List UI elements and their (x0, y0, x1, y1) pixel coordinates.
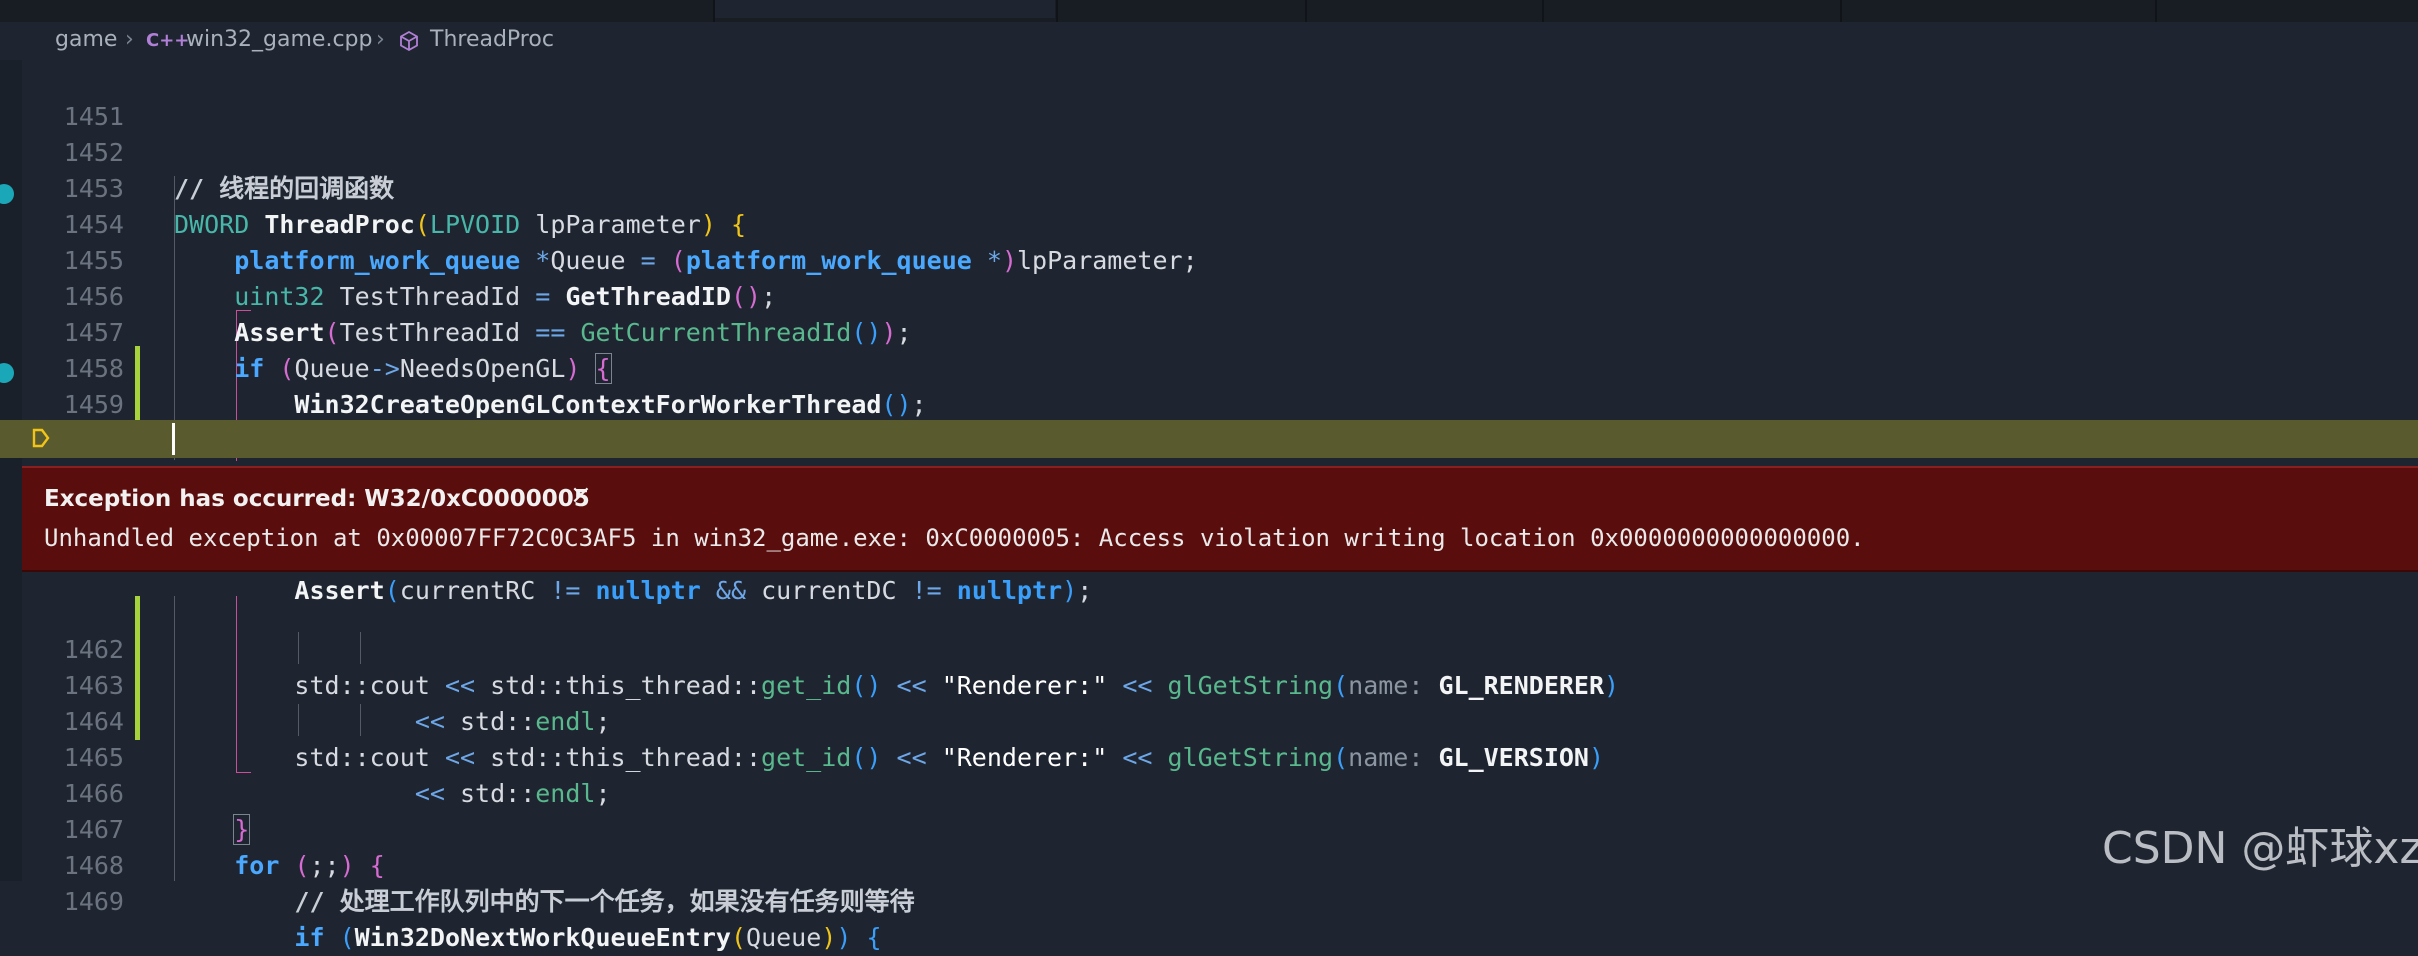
code-line[interactable]: 1455 uint32 TestThreadId = GetThreadID()… (0, 207, 2418, 311)
code-line[interactable]: 1467 for (;;) { (0, 776, 2418, 880)
tab-active[interactable] (715, 0, 1055, 18)
code-line[interactable]: 1458 Win32CreateOpenGLContextForWorkerTh… (0, 315, 2418, 419)
exception-title: Exception has occurred: W32/0xC0000005 (44, 486, 590, 512)
line-number: 1469 (63, 887, 124, 916)
tab-divider (1840, 0, 1842, 22)
cpp-file-icon: C++ (146, 30, 190, 51)
exception-message: Unhandled exception at 0x00007FF72C0C3AF… (44, 524, 1865, 552)
debug-stop-arrow-icon (32, 428, 50, 448)
text-cursor (172, 423, 175, 455)
code-line[interactable]: 1466 } (0, 740, 2418, 845)
cube-symbol-icon (398, 27, 420, 58)
code-line[interactable]: 1453 DWORD ThreadProc(LPVOID lpParameter… (0, 135, 2418, 239)
tab-divider (1305, 0, 1307, 22)
code-line[interactable]: 1462 std::cout << std::this_thread::get_… (0, 596, 2418, 700)
tab-divider (1056, 0, 1058, 22)
code-line[interactable]: 1463 << std::endl; (0, 632, 2418, 736)
code-line[interactable]: 1469 if (Win32DoNextWorkQueueEntry(Queue… (0, 848, 2418, 952)
code-line[interactable]: 1457 if (Queue->NeedsOpenGL) { (0, 279, 2418, 384)
code-line[interactable]: 1452 // 线程的回调函数 (0, 99, 2418, 203)
current-exception-line[interactable]: 1461 Assert(currentRC != nullptr && curr… (0, 420, 2418, 605)
editor-tab-strip[interactable] (0, 0, 2418, 22)
code-line[interactable]: 1451 (0, 63, 2418, 131)
code-line[interactable]: 1465 << std::endl; (0, 704, 2418, 808)
tab-divider (1542, 0, 1544, 22)
breadcrumb: game › C++ win32_game.cpp › ThreadProc (0, 22, 2418, 60)
code-line[interactable]: 1464 std::cout << std::this_thread::get_… (0, 668, 2418, 772)
code-line[interactable]: 1456 Assert(TestThreadId == GetCurrentTh… (0, 243, 2418, 347)
exception-widget: Exception has occurred: W32/0xC0000005 ×… (22, 466, 2418, 572)
tab-divider (713, 0, 715, 22)
breadcrumb-folder[interactable]: game (55, 27, 117, 52)
breadcrumb-symbol[interactable]: ThreadProc (430, 27, 554, 52)
close-icon[interactable]: × (570, 480, 592, 510)
code-line[interactable]: 1460 HDC currentDC = wglGetCurrentDC(); (0, 387, 2418, 491)
code-line[interactable]: 1468 // 处理工作队列中的下一个任务，如果没有任务则等待 (0, 812, 2418, 916)
breadcrumb-file[interactable]: win32_game.cpp (186, 27, 372, 52)
code-line[interactable]: 1454 platform_work_queue *Queue = (platf… (0, 171, 2418, 275)
code-line[interactable]: 1459 HGLRC currentRC = wglGetCurrentCont… (0, 351, 2418, 455)
code-text: // 处理工作队列中的下一个任务，如果没有任务则等待 (174, 887, 915, 916)
tab-divider (2155, 0, 2157, 22)
chevron-right-icon: › (125, 27, 134, 52)
watermark: CSDN @虾球xz (2102, 823, 2418, 874)
chevron-right-icon: › (376, 27, 385, 52)
code-text: if (Win32DoNextWorkQueueEntry(Queue)) { (294, 923, 882, 952)
